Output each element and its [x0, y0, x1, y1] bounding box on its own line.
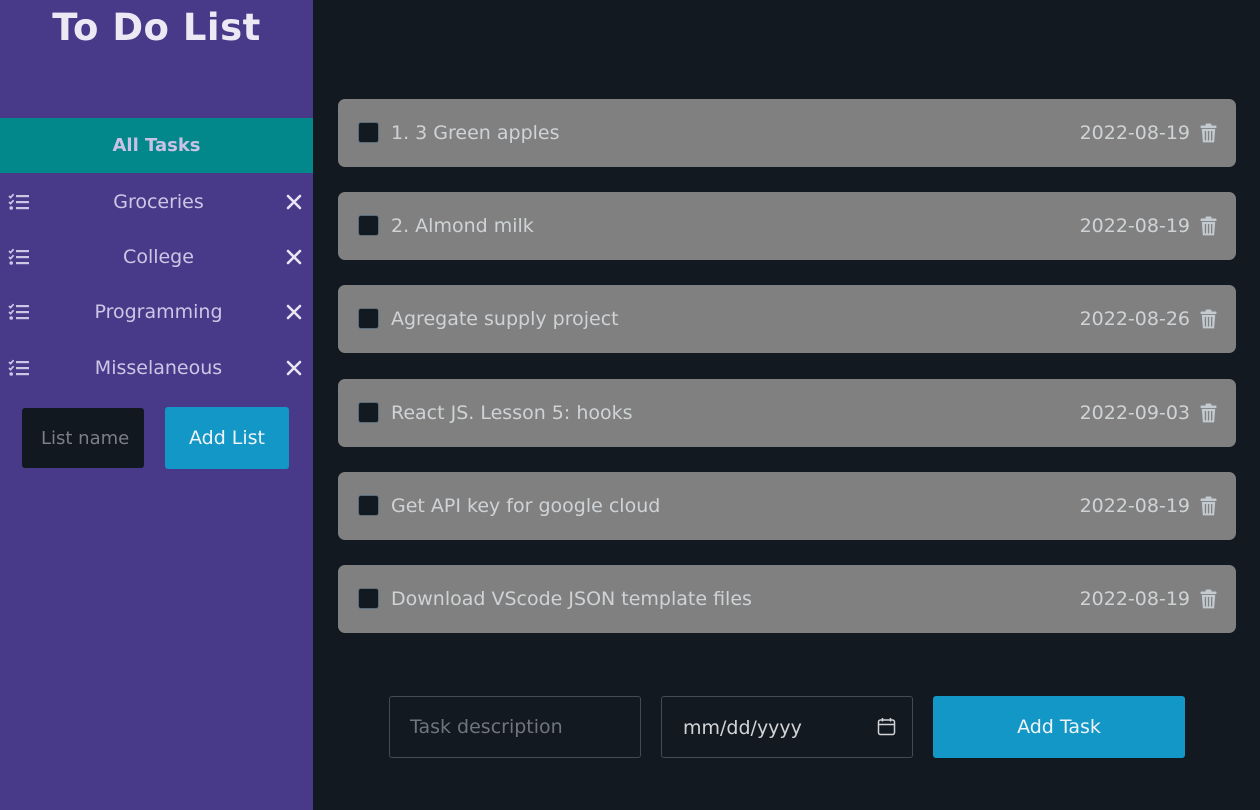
close-icon[interactable]	[286, 304, 302, 320]
sidebar-item-label: Groceries	[113, 191, 204, 213]
sidebar-item-college[interactable]: College	[0, 237, 313, 277]
close-icon[interactable]	[286, 194, 302, 210]
task-description-input[interactable]	[389, 696, 641, 758]
sidebar-item-misselaneous[interactable]: Misselaneous	[0, 348, 313, 388]
task-row: Download VScode JSON template files 2022…	[338, 565, 1236, 633]
task-date: 2022-09-03	[1079, 402, 1190, 424]
sidebar-item-label: Misselaneous	[94, 357, 223, 379]
add-task-button[interactable]: Add Task	[933, 696, 1185, 758]
task-text: Agregate supply project	[391, 308, 619, 330]
task-text: Download VScode JSON template files	[391, 588, 752, 610]
task-text: Get API key for google cloud	[391, 495, 661, 517]
trash-icon[interactable]	[1200, 123, 1217, 143]
task-date: 2022-08-19	[1079, 588, 1190, 610]
task-row: React JS. Lesson 5: hooks 2022-09-03	[338, 379, 1236, 447]
trash-icon[interactable]	[1200, 589, 1217, 609]
date-placeholder: mm/dd/yyyy	[683, 717, 802, 739]
task-row: Get API key for google cloud 2022-08-19	[338, 472, 1236, 540]
task-checkbox[interactable]	[358, 308, 379, 329]
sidebar: To Do List All Tasks Groceries College P…	[0, 0, 313, 810]
task-date: 2022-08-19	[1079, 215, 1190, 237]
task-date: 2022-08-26	[1079, 308, 1190, 330]
task-row: Agregate supply project 2022-08-26	[338, 285, 1236, 353]
app-title: To Do List	[52, 6, 261, 49]
sidebar-item-all-tasks[interactable]: All Tasks	[0, 118, 313, 173]
sidebar-item-label: Programming	[94, 301, 223, 323]
task-text: 2. Almond milk	[391, 215, 534, 237]
list-name-input[interactable]	[22, 408, 144, 468]
task-checkbox[interactable]	[358, 215, 379, 236]
task-date-input[interactable]: mm/dd/yyyy	[661, 696, 913, 758]
trash-icon[interactable]	[1200, 309, 1217, 329]
trash-icon[interactable]	[1200, 216, 1217, 236]
task-text: 1. 3 Green apples	[391, 122, 560, 144]
task-checkbox[interactable]	[358, 122, 379, 143]
trash-icon[interactable]	[1200, 496, 1217, 516]
task-checkbox[interactable]	[358, 495, 379, 516]
task-text: React JS. Lesson 5: hooks	[391, 402, 633, 424]
add-list-button[interactable]: Add List	[165, 407, 289, 469]
task-row: 1. 3 Green apples 2022-08-19	[338, 99, 1236, 167]
sidebar-item-label: College	[123, 246, 194, 268]
close-icon[interactable]	[286, 360, 302, 376]
sidebar-item-groceries[interactable]: Groceries	[0, 182, 313, 222]
task-date: 2022-08-19	[1079, 122, 1190, 144]
trash-icon[interactable]	[1200, 403, 1217, 423]
sidebar-item-programming[interactable]: Programming	[0, 292, 313, 332]
task-checkbox[interactable]	[358, 588, 379, 609]
calendar-icon[interactable]	[877, 717, 896, 736]
task-date: 2022-08-19	[1079, 495, 1190, 517]
sidebar-item-label: All Tasks	[112, 135, 201, 156]
task-checkbox[interactable]	[358, 402, 379, 423]
close-icon[interactable]	[286, 249, 302, 265]
task-row: 2. Almond milk 2022-08-19	[338, 192, 1236, 260]
